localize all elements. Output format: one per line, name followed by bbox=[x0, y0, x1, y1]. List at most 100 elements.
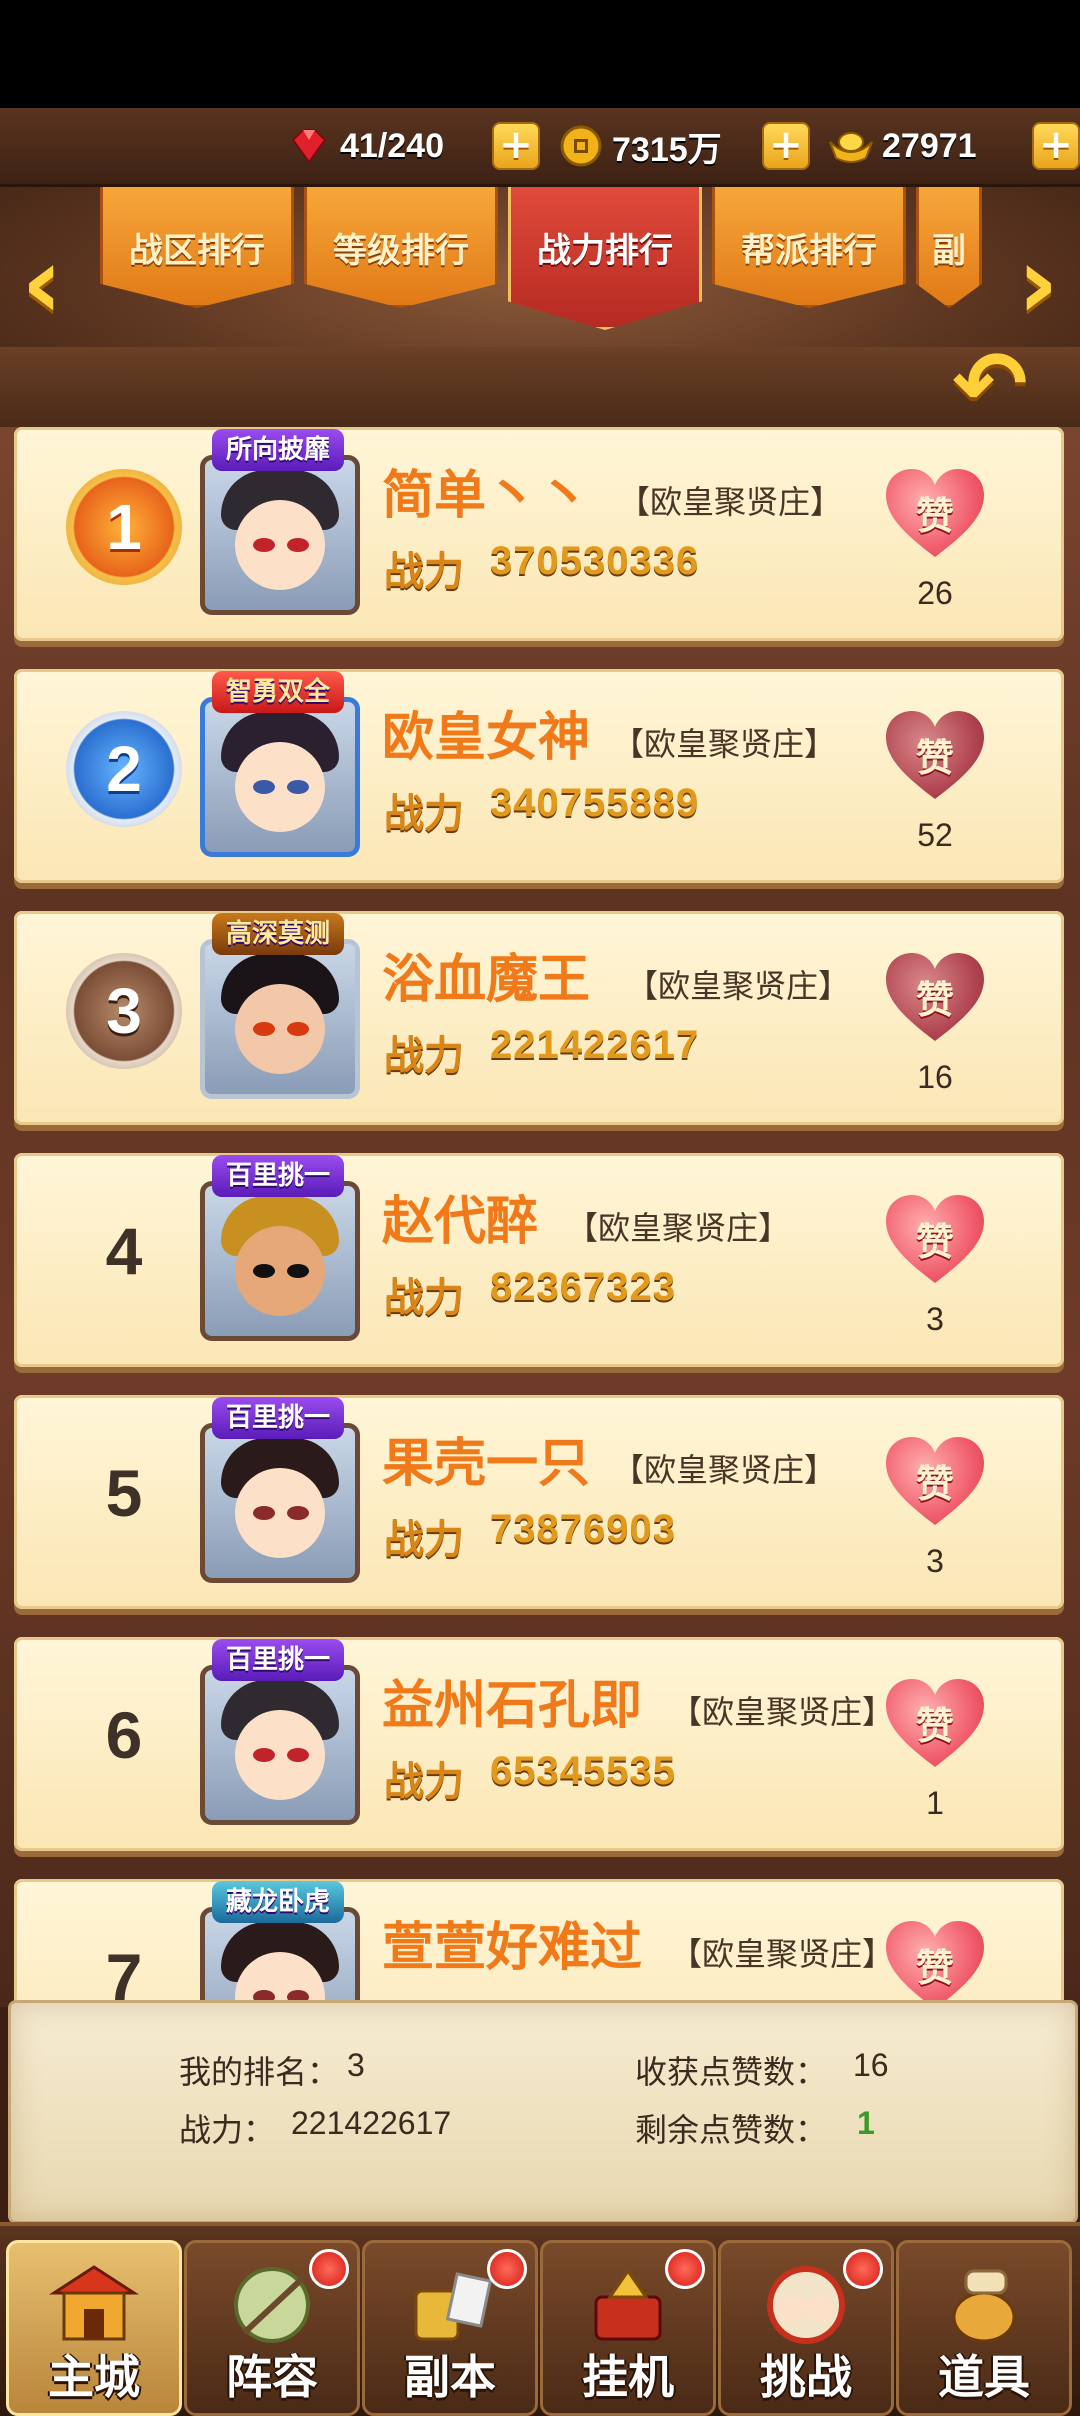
honor-title-badge: 百里挑一 bbox=[212, 1155, 345, 1197]
power-label: 战力 bbox=[384, 1759, 464, 1805]
like-button[interactable]: 赞 bbox=[880, 469, 990, 569]
nav-challenge[interactable]: 挑战 bbox=[718, 2240, 894, 2416]
power-value: 340755889 bbox=[490, 781, 700, 825]
received-likes-value: 16 bbox=[853, 2047, 889, 2083]
my-rank-label: 我的排名： bbox=[179, 2053, 340, 2091]
notification-dot-icon bbox=[487, 2249, 527, 2289]
tab-dungeon-ranking-partial[interactable]: 副 bbox=[916, 187, 982, 308]
player-name: 欧皇女神 bbox=[382, 708, 591, 768]
tab-scroll-right-icon[interactable]: › bbox=[1006, 224, 1070, 341]
player-name: 简单丶丶 bbox=[382, 466, 591, 526]
player-name: 益州石孔即 bbox=[382, 1676, 643, 1736]
add-ruby-button[interactable]: + bbox=[492, 122, 540, 170]
like-button[interactable]: 赞 bbox=[880, 1679, 990, 1779]
my-power-value: 221422617 bbox=[291, 2105, 452, 2141]
tab-level-ranking[interactable]: 等级排行 bbox=[304, 187, 498, 308]
ranking-row[interactable]: 2 智勇双全 欧皇女神 【欧皇聚贤庄】 战力 340755889 赞 52 bbox=[14, 669, 1064, 883]
ruby-icon bbox=[286, 123, 332, 169]
remaining-likes-value: 1 bbox=[857, 2105, 875, 2141]
ranking-row[interactable]: 1 所向披靡 简单丶丶 【欧皇聚贤庄】 战力 370530336 赞 26 bbox=[14, 427, 1064, 641]
guild-name: 【欧皇聚贤庄】 bbox=[670, 1935, 895, 1973]
ranking-row[interactable]: 6 百里挑一 益州石孔即 【欧皇聚贤庄】 战力 65345535 赞 1 bbox=[14, 1637, 1064, 1851]
heart-like-icon: 赞 bbox=[886, 1437, 984, 1527]
nav-dungeon[interactable]: 副本 bbox=[362, 2240, 538, 2416]
back-arrow-icon[interactable]: ↶ bbox=[940, 340, 1040, 430]
rank-number: 5 bbox=[105, 1456, 143, 1530]
rank-number: 7 bbox=[105, 1940, 143, 2007]
player-avatar[interactable] bbox=[200, 939, 360, 1099]
heart-like-icon: 赞 bbox=[886, 1195, 984, 1285]
ranking-list[interactable]: 1 所向披靡 简单丶丶 【欧皇聚贤庄】 战力 370530336 赞 26 2 … bbox=[0, 427, 1080, 2007]
guild-name: 【欧皇聚贤庄】 bbox=[566, 1209, 791, 1247]
like-button[interactable]: 赞 bbox=[880, 1437, 990, 1537]
ranking-row[interactable]: 5 百里挑一 果壳一只 【欧皇聚贤庄】 战力 73876903 赞 3 bbox=[14, 1395, 1064, 1609]
player-name: 浴血魔王 bbox=[382, 950, 591, 1010]
ranking-tab-bar: 战区排行 等级排行 战力排行 帮派排行 副 bbox=[0, 187, 1080, 427]
player-avatar[interactable] bbox=[200, 1423, 360, 1583]
silver-medal-icon: 2 bbox=[66, 711, 182, 827]
guild-name: 【欧皇聚贤庄】 bbox=[670, 1693, 895, 1731]
tab-power-ranking[interactable]: 战力排行 bbox=[508, 187, 702, 330]
ruby-counter: 41/240 bbox=[286, 118, 444, 174]
power-label: 战力 bbox=[384, 791, 464, 837]
challenge-icon bbox=[756, 2255, 856, 2355]
add-coin-button[interactable]: + bbox=[762, 122, 810, 170]
tab-zone-ranking[interactable]: 战区排行 bbox=[100, 187, 294, 308]
like-button[interactable]: 赞 bbox=[880, 711, 990, 811]
coin-value: 7315万 bbox=[612, 130, 722, 169]
city-gate-icon bbox=[44, 2255, 144, 2355]
like-count: 3 bbox=[926, 1301, 944, 1337]
player-avatar[interactable] bbox=[200, 1665, 360, 1825]
player-avatar[interactable] bbox=[200, 1181, 360, 1341]
like-count: 3 bbox=[926, 1543, 944, 1579]
like-button[interactable]: 赞 bbox=[880, 953, 990, 1053]
nav-idle[interactable]: 挂机 bbox=[540, 2240, 716, 2416]
ranking-row[interactable]: 7 藏龙卧虎 萱萱好难过 【欧皇聚贤庄】 赞 bbox=[14, 1879, 1064, 2007]
my-ranking-summary: 我的排名： 3 战力： 221422617 收获点赞数： 16 剩余点赞数： 1 bbox=[8, 2000, 1078, 2224]
gold-medal-icon: 1 bbox=[66, 469, 182, 585]
nav-formation[interactable]: 阵容 bbox=[184, 2240, 360, 2416]
status-bar bbox=[0, 0, 1080, 108]
power-value: 82367323 bbox=[490, 1265, 676, 1309]
ranking-row[interactable]: 3 高深莫测 浴血魔王 【欧皇聚贤庄】 战力 221422617 赞 16 bbox=[14, 911, 1064, 1125]
notification-dot-icon bbox=[843, 2249, 883, 2289]
heart-like-icon: 赞 bbox=[886, 469, 984, 559]
like-count: 52 bbox=[917, 817, 953, 853]
honor-title-badge: 智勇双全 bbox=[212, 671, 345, 713]
remaining-likes-label: 剩余点赞数： bbox=[635, 2111, 828, 2149]
tab-scroll-left-icon[interactable]: ‹ bbox=[10, 224, 74, 341]
player-avatar[interactable] bbox=[200, 697, 360, 857]
heart-like-icon: 赞 bbox=[886, 953, 984, 1043]
honor-title-badge: 百里挑一 bbox=[212, 1639, 345, 1681]
my-power-label: 战力： bbox=[179, 2111, 276, 2149]
ranking-row[interactable]: 4 百里挑一 赵代醉 【欧皇聚贤庄】 战力 82367323 赞 3 bbox=[14, 1153, 1064, 1367]
nav-items[interactable]: 道具 bbox=[896, 2240, 1072, 2416]
ruby-value: 41/240 bbox=[340, 126, 444, 165]
player-name: 赵代醉 bbox=[382, 1192, 539, 1252]
like-count: 16 bbox=[917, 1059, 953, 1095]
notification-dot-icon bbox=[309, 2249, 349, 2289]
like-button[interactable]: 赞 bbox=[880, 1921, 990, 2007]
add-gold-ingot-button[interactable]: + bbox=[1032, 122, 1080, 170]
honor-title-badge: 藏龙卧虎 bbox=[212, 1881, 345, 1923]
power-label: 战力 bbox=[384, 1275, 464, 1321]
gold-ingot-counter: 27971 bbox=[828, 118, 977, 174]
player-avatar[interactable] bbox=[200, 455, 360, 615]
like-count: 26 bbox=[917, 575, 953, 611]
resource-bar: 41/240 + 7315万 + 27971 + bbox=[0, 108, 1080, 187]
idle-treasure-icon bbox=[578, 2255, 678, 2355]
power-label: 战力 bbox=[384, 549, 464, 595]
power-value: 221422617 bbox=[490, 1023, 700, 1067]
honor-title-badge: 百里挑一 bbox=[212, 1397, 345, 1439]
heart-like-icon: 赞 bbox=[886, 1921, 984, 2007]
power-value: 65345535 bbox=[490, 1749, 676, 1793]
nav-main-city[interactable]: 主城 bbox=[6, 2240, 182, 2416]
tab-guild-ranking[interactable]: 帮派排行 bbox=[712, 187, 906, 308]
power-value: 370530336 bbox=[490, 539, 700, 583]
honor-title-badge: 高深莫测 bbox=[212, 913, 345, 955]
coin-counter: 7315万 bbox=[558, 118, 722, 174]
bronze-medal-icon: 3 bbox=[66, 953, 182, 1069]
guild-name: 【欧皇聚贤庄】 bbox=[626, 967, 851, 1005]
like-button[interactable]: 赞 bbox=[880, 1195, 990, 1295]
honor-title-badge: 所向披靡 bbox=[212, 429, 345, 471]
